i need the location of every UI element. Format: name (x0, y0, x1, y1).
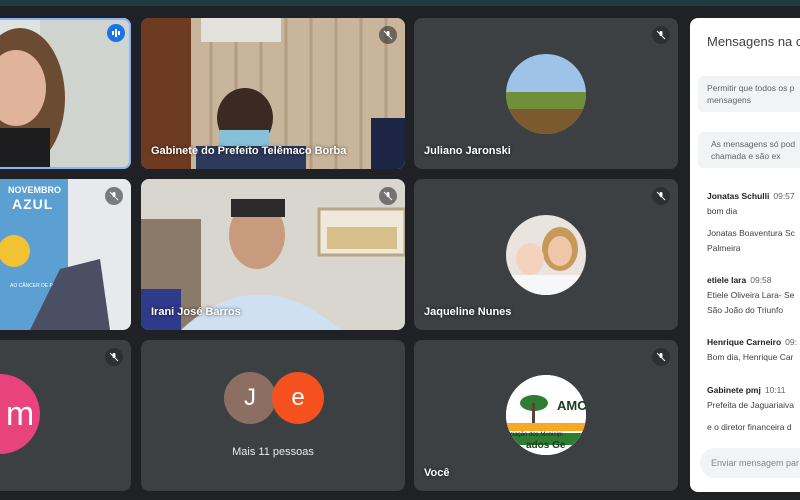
logo-text: AMC (557, 398, 587, 413)
mic-off-icon (379, 26, 397, 44)
chat-message: Henrique Carneiro 09: Bom dia, Henrique C… (707, 336, 797, 363)
participant-tile-novembro-azul[interactable]: NOVEMBRO AZUL AO CÂNCER DE P (0, 179, 131, 330)
logo-text: ciação dos Municípi (510, 432, 563, 438)
participant-tile-self[interactable]: AMC ciação dos Municípi ados Ge Você (414, 340, 678, 491)
avatar (506, 215, 586, 295)
poster-text: AO CÂNCER DE P (10, 283, 53, 289)
chat-message: etiele lara 09:58 Etiele Oliveira Lara- S… (707, 274, 794, 316)
avatar-initial: J (244, 384, 256, 411)
input-placeholder: Enviar mensagem par (711, 458, 800, 468)
avatar-initial: m (5, 394, 35, 433)
poster-text: NOVEMBRO (8, 185, 62, 195)
participant-tile-more-people[interactable]: J e Mais 11 pessoas (141, 340, 405, 491)
participant-tile-speaker[interactable] (0, 18, 131, 169)
participant-name: Gabinete do Prefeito Telêmaco Borba (151, 145, 347, 157)
participant-tile-jaqueline[interactable]: Jaqueline Nunes (414, 179, 678, 330)
mic-off-icon (652, 26, 670, 44)
message-text: Prefeita de Jaguariaiva (707, 400, 794, 410)
participant-tile-m[interactable]: m (0, 340, 131, 491)
chat-message: Gabinete pmj 10:11 Prefeita de Jaguariaiv… (707, 384, 794, 433)
notice-text: Permitir que todos os p (707, 83, 795, 93)
chat-title: Mensagens na c (707, 34, 800, 49)
message-sender: Henrique Carneiro (707, 337, 782, 347)
message-sender: Gabinete pmj (707, 385, 761, 395)
more-people-label: Mais 11 pessoas (232, 446, 314, 458)
chat-message-input[interactable]: Enviar mensagem par (700, 448, 800, 478)
message-text: Bom dia, Henrique Car (707, 352, 794, 362)
message-sender: Jonatas Schulli (707, 191, 770, 201)
message-text: Jonatas Boaventura Sc (707, 228, 795, 238)
speaking-indicator-icon (107, 24, 125, 42)
notice-text: As mensagens só pod (711, 139, 796, 149)
message-time: 09:58 (750, 275, 772, 285)
message-text: bom dia (707, 206, 738, 216)
chat-panel: Mensagens na c Permitir que todos os p m… (690, 18, 800, 492)
participant-tile-juliano[interactable]: Juliano Jaronski (414, 18, 678, 169)
mic-off-icon (379, 187, 397, 205)
logo-text: ados Ge (526, 440, 566, 451)
participant-tile-gabinete[interactable]: Gabinete do Prefeito Telêmaco Borba (141, 18, 405, 169)
mic-off-icon (652, 187, 670, 205)
mic-off-icon (105, 348, 123, 366)
poster-text: AZUL (12, 196, 54, 212)
chat-permission-notice[interactable]: Permitir que todos os p mensagens (698, 76, 800, 112)
message-sender: etiele lara (707, 275, 747, 285)
notice-text: chamada e são ex (711, 151, 781, 161)
participant-name: Irani José Barros (151, 306, 241, 318)
top-bar (0, 0, 800, 6)
message-text: e o diretor financeira d (707, 422, 792, 432)
avatar: e (272, 372, 324, 424)
avatar: J (224, 372, 276, 424)
avatar-initial: e (291, 384, 305, 411)
participant-name: Você (424, 467, 450, 479)
chat-message: Jonatas Schulli 09:57 bom dia Jonatas Boa… (707, 190, 795, 254)
message-time: 09: (785, 337, 797, 347)
message-text: Etiele Oliveira Lara- Se (707, 290, 795, 300)
mic-off-icon (105, 187, 123, 205)
chat-info-notice: As mensagens só pod chamada e são ex (698, 132, 800, 168)
participant-tile-irani[interactable]: Irani José Barros (141, 179, 405, 330)
mic-off-icon (652, 348, 670, 366)
message-time: 09:57 (773, 191, 795, 201)
avatar (506, 54, 586, 134)
participant-name: Juliano Jaronski (424, 145, 511, 157)
avatar: m (0, 374, 40, 454)
message-text: Palmeira (707, 243, 741, 253)
notice-text: mensagens (707, 95, 751, 105)
participant-name: Jaqueline Nunes (424, 306, 512, 318)
message-time: 10:11 (764, 385, 786, 395)
message-text: São João do Triunfo (707, 305, 784, 315)
